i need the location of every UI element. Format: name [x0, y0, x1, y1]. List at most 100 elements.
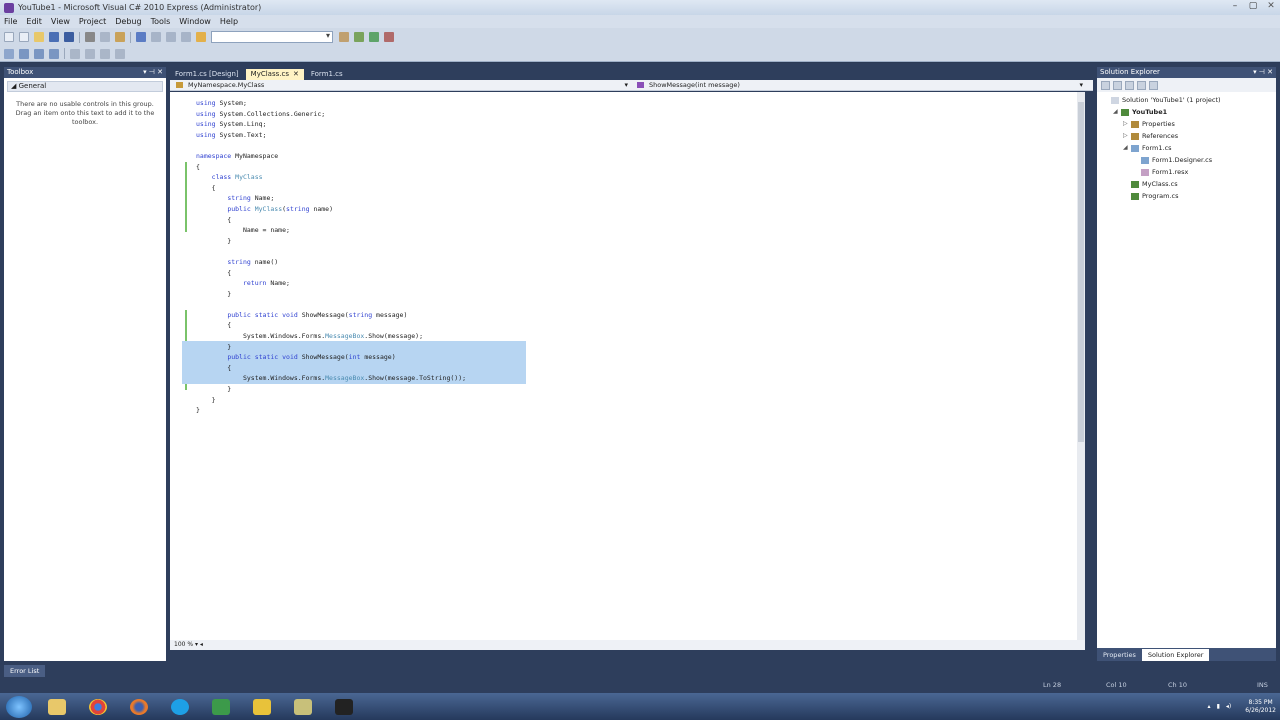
code-line[interactable]: {	[196, 215, 466, 226]
menu-debug[interactable]: Debug	[115, 17, 141, 26]
tray-expand-icon[interactable]: ▴	[1208, 703, 1211, 710]
tree-node[interactable]: Form1.resx	[1103, 166, 1276, 178]
add-item-icon[interactable]	[19, 32, 29, 42]
code-line[interactable]: {	[196, 320, 466, 331]
code-line[interactable]: {	[196, 363, 466, 374]
text-editor[interactable]: using System; using System.Collections.Ge…	[170, 92, 1085, 650]
taskbar-app-yellow[interactable]	[245, 695, 279, 719]
code-line[interactable]: using System.Text;	[196, 130, 466, 141]
code-line[interactable]: System.Windows.Forms.MessageBox.Show(mes…	[196, 331, 466, 342]
refresh-icon[interactable]	[1125, 80, 1134, 90]
undo-icon[interactable]	[136, 32, 146, 42]
navigate-back-icon[interactable]	[166, 32, 176, 42]
close-button[interactable]: ✕	[1262, 0, 1280, 13]
find-in-files-icon[interactable]	[339, 32, 349, 42]
horizontal-scrollbar[interactable]: 100 % ▾ ◂	[170, 640, 1085, 650]
code-line[interactable]: }	[196, 236, 466, 247]
tree-node[interactable]: ◢ YouTube1	[1103, 106, 1276, 118]
expand-arrow-icon[interactable]: ▷	[1123, 118, 1131, 130]
tree-node[interactable]: Program.cs	[1103, 190, 1276, 202]
volume-icon[interactable]: ◂)	[1226, 703, 1231, 710]
code-line[interactable]	[196, 246, 466, 257]
tree-node[interactable]: ▷ References	[1103, 130, 1276, 142]
error-list-tab[interactable]: Error List	[4, 665, 46, 677]
vertical-scrollbar[interactable]	[1077, 92, 1085, 650]
code-line[interactable]: string name()	[196, 257, 466, 268]
zoom-level[interactable]: 100 %	[174, 641, 193, 648]
code-line[interactable]: }	[196, 384, 466, 395]
cut-icon[interactable]	[85, 32, 95, 42]
code-line[interactable]	[196, 140, 466, 151]
code-line[interactable]: using System.Collections.Generic;	[196, 109, 466, 120]
code-line[interactable]: }	[196, 342, 466, 353]
minimize-button[interactable]: –	[1226, 0, 1244, 13]
navigate-forward-icon[interactable]	[181, 32, 191, 42]
close-tab-icon[interactable]: ✕	[293, 70, 299, 78]
expand-arrow-icon[interactable]: ▷	[1123, 130, 1131, 142]
clock[interactable]: 8:35 PM 6/26/2012	[1245, 699, 1276, 715]
code-line[interactable]: class MyClass	[196, 172, 466, 183]
scroll-thumb[interactable]	[1078, 102, 1084, 442]
code-line[interactable]: return Name;	[196, 278, 466, 289]
find-combo[interactable]	[211, 31, 333, 43]
code-line[interactable]: {	[196, 183, 466, 194]
tree-node[interactable]: Solution 'YouTube1' (1 project)	[1103, 94, 1276, 106]
tree-node[interactable]: ▷ Properties	[1103, 118, 1276, 130]
indent-icon[interactable]	[100, 48, 110, 59]
outdent-icon[interactable]	[115, 48, 125, 59]
tree-node[interactable]: MyClass.cs	[1103, 178, 1276, 190]
taskbar-firefox[interactable]	[122, 695, 156, 719]
expand-arrow-icon[interactable]: ◢	[1123, 142, 1131, 154]
code-line[interactable]: public static void ShowMessage(int messa…	[196, 352, 466, 363]
menu-file[interactable]: File	[4, 17, 17, 26]
code-line[interactable]	[196, 299, 466, 310]
menu-project[interactable]: Project	[79, 17, 106, 26]
tab-myclass[interactable]: MyClass.cs ✕	[245, 69, 304, 80]
members-dropdown[interactable]: ShowMessage(int message)	[633, 80, 1085, 90]
maximize-button[interactable]: ▢	[1244, 0, 1262, 13]
code-line[interactable]: }	[196, 289, 466, 300]
complete-word-icon[interactable]	[49, 48, 59, 59]
menu-edit[interactable]: Edit	[26, 17, 42, 26]
menu-help[interactable]: Help	[220, 17, 238, 26]
taskbar-explorer[interactable]	[40, 695, 74, 719]
save-all-icon[interactable]	[64, 32, 74, 42]
tab-form1-design[interactable]: Form1.cs [Design]	[170, 69, 244, 80]
properties-icon[interactable]	[369, 32, 379, 42]
code-text[interactable]: using System; using System.Collections.Ge…	[196, 98, 466, 416]
taskbar-csharp-express[interactable]	[204, 695, 238, 719]
paste-icon[interactable]	[115, 32, 125, 42]
view-designer-icon[interactable]	[1149, 80, 1158, 90]
toolbox-icon[interactable]	[384, 32, 394, 42]
toolbox-pane-buttons[interactable]: ▾ ⊣ ✕	[143, 67, 163, 78]
taskbar-app-dark[interactable]	[327, 695, 361, 719]
open-folder-icon[interactable]	[34, 32, 44, 42]
toolbox-group-general[interactable]: ◢ General	[7, 81, 163, 92]
member-list-icon[interactable]	[4, 48, 14, 59]
menu-tools[interactable]: Tools	[151, 17, 171, 26]
code-line[interactable]: string Name;	[196, 193, 466, 204]
code-line[interactable]: Name = name;	[196, 225, 466, 236]
comment-icon[interactable]	[70, 48, 80, 59]
network-icon[interactable]: ▮	[1217, 703, 1220, 710]
code-line[interactable]: using System.Linq;	[196, 119, 466, 130]
tree-node[interactable]: ◢ Form1.cs	[1103, 142, 1276, 154]
solution-pane-buttons[interactable]: ▾ ⊣ ✕	[1253, 67, 1273, 78]
code-line[interactable]: namespace MyNamespace	[196, 151, 466, 162]
parameter-info-icon[interactable]	[19, 48, 29, 59]
code-line[interactable]: {	[196, 162, 466, 173]
taskbar-app-folder[interactable]	[286, 695, 320, 719]
tab-form1-code[interactable]: Form1.cs	[306, 69, 348, 80]
uncomment-icon[interactable]	[85, 48, 95, 59]
code-line[interactable]: {	[196, 268, 466, 279]
quick-info-icon[interactable]	[34, 48, 44, 59]
code-line[interactable]: using System;	[196, 98, 466, 109]
taskbar-chrome[interactable]	[81, 695, 115, 719]
expand-arrow-icon[interactable]: ◢	[1113, 106, 1121, 118]
show-all-files-icon[interactable]	[1113, 80, 1122, 90]
menu-view[interactable]: View	[51, 17, 70, 26]
code-line[interactable]: }	[196, 405, 466, 416]
copy-icon[interactable]	[100, 32, 110, 42]
menu-window[interactable]: Window	[179, 17, 211, 26]
new-project-icon[interactable]	[4, 32, 14, 42]
